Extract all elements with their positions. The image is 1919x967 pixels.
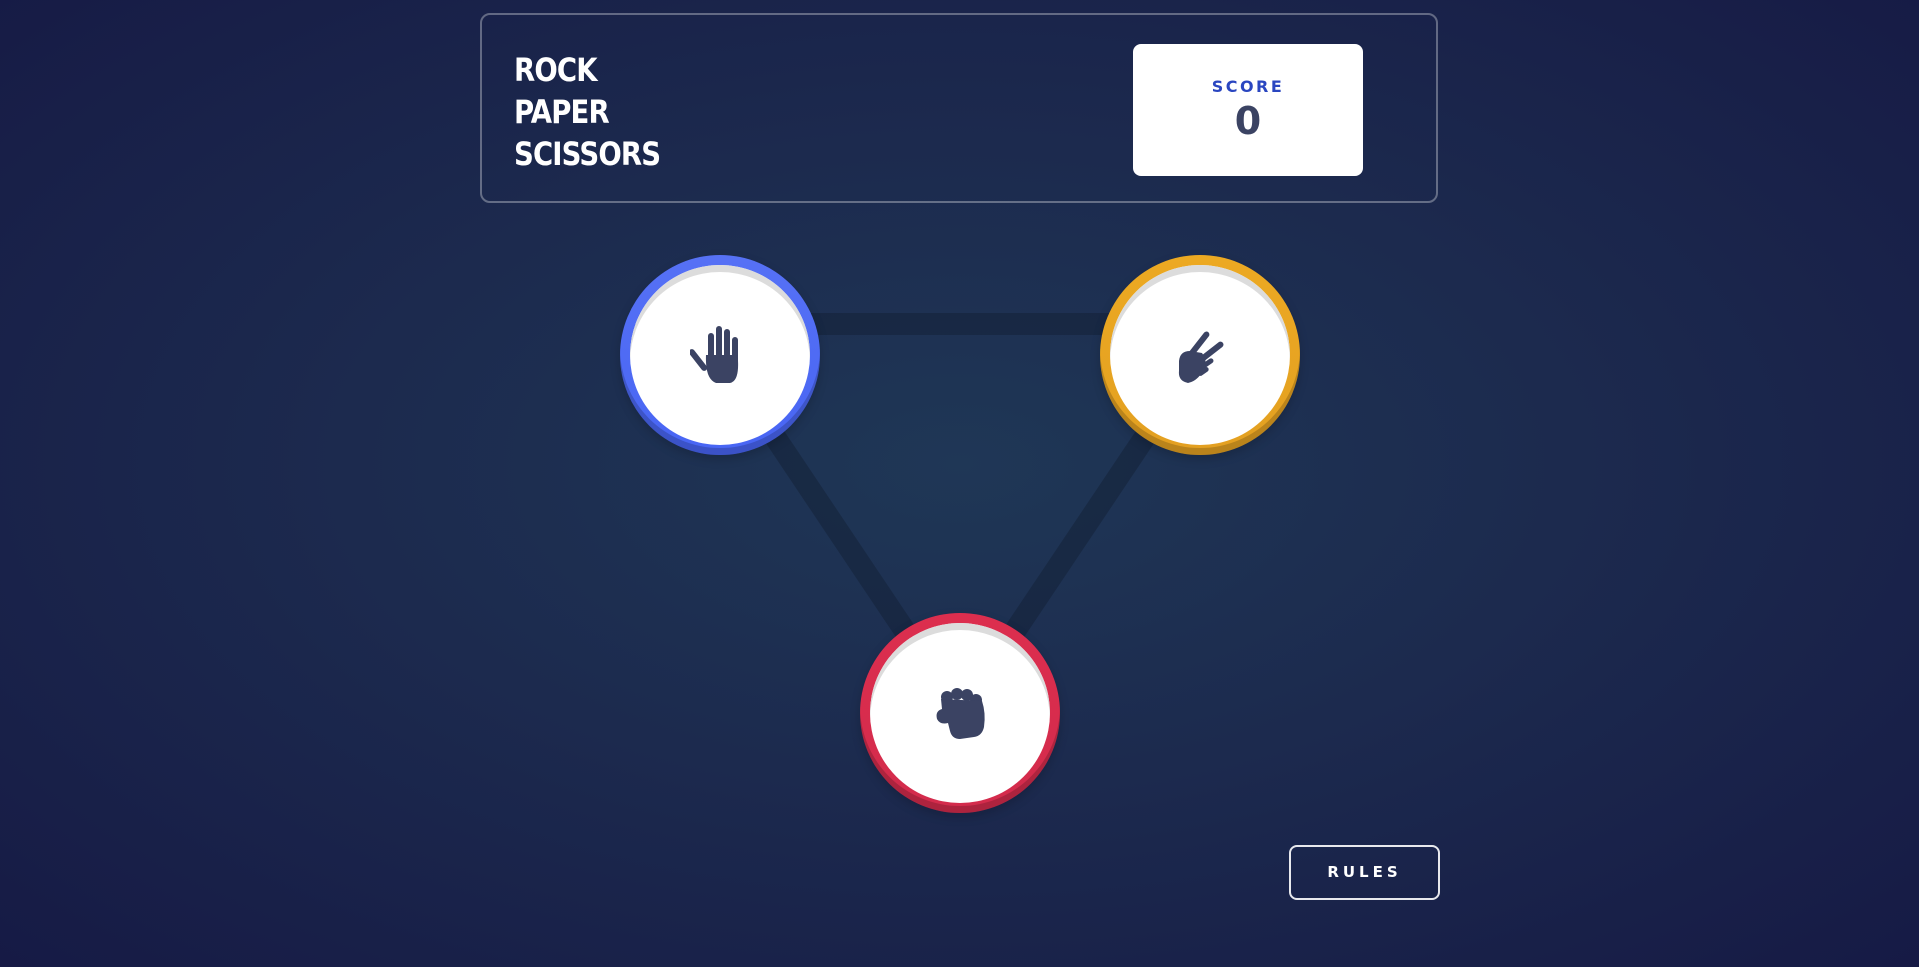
game-title: ROCK PAPER SCISSORS [514,49,661,175]
rules-button[interactable]: RULES [1289,845,1440,900]
score-label: SCORE [1211,77,1285,96]
paper-choice-face [630,265,810,445]
score-value: 0 [1234,99,1262,143]
rock-fist-icon [936,688,985,739]
title-line-paper: PAPER [514,93,610,131]
title-line-rock: ROCK [514,51,598,89]
rock-choice-face [870,623,1050,803]
scissors-choice-button[interactable] [1100,255,1300,455]
paper-hand-icon [690,326,739,383]
score-header: ROCK PAPER SCISSORS SCORE 0 [480,13,1438,203]
paper-choice-button[interactable] [620,255,820,455]
rock-choice-button[interactable] [860,613,1060,813]
score-box: SCORE 0 [1133,44,1363,176]
scissors-choice-face [1110,265,1290,445]
title-line-scissors: SCISSORS [514,135,661,173]
scissors-hand-icon [1178,331,1224,383]
